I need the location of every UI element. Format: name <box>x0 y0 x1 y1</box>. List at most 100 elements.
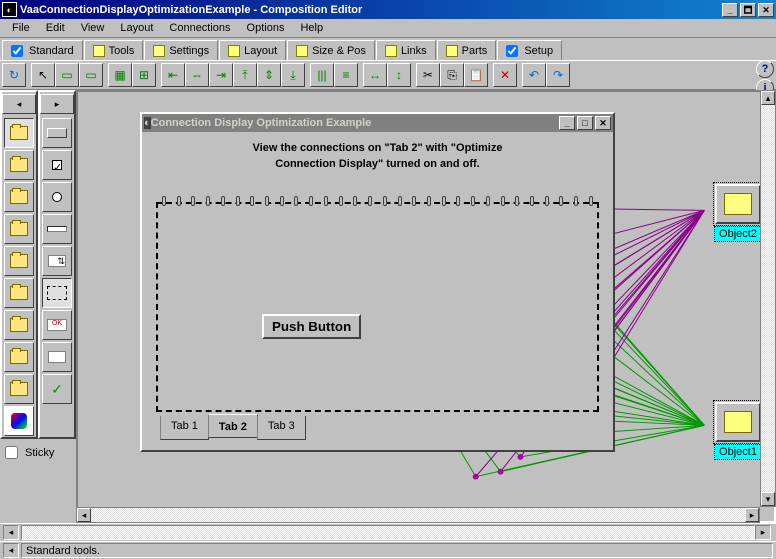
color-icon <box>11 413 27 429</box>
pal-part-checkbox[interactable]: ✓ <box>42 150 72 180</box>
delete-button[interactable]: ✕ <box>493 63 517 87</box>
container-part-icon <box>47 286 67 300</box>
outer-hscroll-right[interactable]: ▸ <box>755 525 771 540</box>
pal-part-radio[interactable] <box>42 182 72 212</box>
tab-settings[interactable]: Settings <box>144 40 218 60</box>
menu-layout[interactable]: Layout <box>112 20 161 36</box>
pal-cat-8[interactable] <box>4 342 34 372</box>
size-pos-icon <box>296 45 308 57</box>
example-minimize[interactable]: _ <box>559 116 575 130</box>
pal-cat-9[interactable] <box>4 374 34 404</box>
menu-edit[interactable]: Edit <box>38 20 73 36</box>
hscroll-left[interactable]: ◂ <box>77 508 91 522</box>
notebook-tab-1[interactable]: Tab 1 <box>160 416 209 440</box>
align-bottom[interactable]: ⤓ <box>281 63 305 87</box>
align-center-h[interactable]: ⇔ <box>185 63 209 87</box>
example-window[interactable]: ◐ Connection Display Optimization Exampl… <box>140 112 615 452</box>
cut-button[interactable]: ✂ <box>416 63 440 87</box>
statusbar-prev[interactable]: ◂ <box>3 543 19 558</box>
distribute-v[interactable]: ≡ <box>334 63 358 87</box>
minimize-button[interactable]: _ <box>722 3 738 17</box>
vscroll-up[interactable]: ▴ <box>761 91 775 105</box>
menu-options[interactable]: Options <box>239 20 293 36</box>
statusbar-text: Standard tools. <box>21 543 773 558</box>
push-button[interactable]: Push Button <box>262 314 361 339</box>
object-2[interactable]: Object2 <box>708 184 768 242</box>
tab-size-pos[interactable]: Size & Pos <box>287 40 375 60</box>
canvas-hscroll[interactable]: ◂ ▸ <box>76 507 760 523</box>
pal-part-list[interactable] <box>42 342 72 372</box>
align-middle[interactable]: ⇕ <box>257 63 281 87</box>
example-titlebar[interactable]: ◐ Connection Display Optimization Exampl… <box>142 114 613 132</box>
undo-button[interactable]: ↶ <box>522 63 546 87</box>
tab-setup-check[interactable] <box>506 45 518 57</box>
align-top[interactable]: ⤒ <box>233 63 257 87</box>
notebook-tab-3[interactable]: Tab 3 <box>257 416 306 440</box>
size-height[interactable]: ↕ <box>387 63 411 87</box>
tab-links[interactable]: Links <box>376 40 436 60</box>
close-button[interactable]: ✕ <box>758 3 774 17</box>
snap-button[interactable]: ⊞ <box>132 63 156 87</box>
pal-cat-10[interactable] <box>4 406 34 436</box>
tab-standard[interactable]: Standard <box>2 40 83 60</box>
maximize-button[interactable]: 🗖 <box>740 3 756 17</box>
main-toolbar: ↻ ↖ ▭ ▭ ▦ ⊞ ⇤ ⇔ ⇥ ⤒ ⇕ ⤓ ||| ≡ ↔ ↕ ✂ ⎘ 📋 … <box>0 60 776 90</box>
tab-layout[interactable]: Layout <box>219 40 286 60</box>
copy-button[interactable]: ⎘ <box>440 63 464 87</box>
puzzle-icon <box>724 193 752 215</box>
refresh-button[interactable]: ↻ <box>2 63 26 87</box>
pal-part-check2[interactable]: ✓ <box>42 374 72 404</box>
sticky-checkbox-wrap[interactable]: Sticky <box>1 443 73 462</box>
tab-setup[interactable]: Setup <box>497 40 562 60</box>
example-close[interactable]: ✕ <box>595 116 611 130</box>
align-right[interactable]: ⇥ <box>209 63 233 87</box>
notebook-tab-2[interactable]: Tab 2 <box>208 414 258 438</box>
vscroll-down[interactable]: ▾ <box>761 492 775 506</box>
pal-part-button[interactable] <box>42 118 72 148</box>
palette-scroll-right[interactable]: ▸ <box>40 94 74 114</box>
canvas[interactable]: ◐ Connection Display Optimization Exampl… <box>76 90 776 523</box>
size-width[interactable]: ↔ <box>363 63 387 87</box>
left-palette-area: ◂ ▸ ✓ ⇅ OK <box>0 90 76 523</box>
tab-parts[interactable]: Parts <box>437 40 497 60</box>
tab-standard-check[interactable] <box>11 45 23 57</box>
palette-scroll-left[interactable]: ◂ <box>2 94 36 114</box>
pal-cat-4[interactable] <box>4 214 34 244</box>
redo-button[interactable]: ↷ <box>546 63 570 87</box>
tool-1[interactable]: ▭ <box>55 63 79 87</box>
menu-help[interactable]: Help <box>292 20 331 36</box>
pal-part-container[interactable] <box>42 278 72 308</box>
pal-part-ok[interactable]: OK <box>42 310 72 340</box>
hscroll-right[interactable]: ▸ <box>745 508 759 522</box>
outer-hscroll-track[interactable] <box>21 525 755 540</box>
menu-file[interactable]: File <box>4 20 38 36</box>
pal-cat-2[interactable] <box>4 150 34 180</box>
sticky-checkbox[interactable] <box>5 446 18 459</box>
menu-connections[interactable]: Connections <box>161 20 238 36</box>
example-sysmenu-icon[interactable]: ◐ <box>144 117 151 129</box>
notebook-page[interactable]: Push Button <box>156 202 599 412</box>
paste-button[interactable]: 📋 <box>464 63 488 87</box>
help-icon[interactable]: ? <box>756 60 774 78</box>
pal-cat-7[interactable] <box>4 310 34 340</box>
folder-icon <box>10 382 28 396</box>
pal-cat-6[interactable] <box>4 278 34 308</box>
tab-tools[interactable]: Tools <box>84 40 144 60</box>
grid-button[interactable]: ▦ <box>108 63 132 87</box>
distribute-h[interactable]: ||| <box>310 63 334 87</box>
pal-cat-5[interactable] <box>4 246 34 276</box>
example-maximize[interactable]: □ <box>577 116 593 130</box>
folder-icon <box>10 190 28 204</box>
canvas-vscroll[interactable]: ▴ ▾ <box>760 90 776 507</box>
tool-2[interactable]: ▭ <box>79 63 103 87</box>
outer-hscroll-left[interactable]: ◂ <box>3 525 19 540</box>
align-left[interactable]: ⇤ <box>161 63 185 87</box>
pal-part-slider[interactable] <box>42 214 72 244</box>
pointer-tool[interactable]: ↖ <box>31 63 55 87</box>
pal-cat-3[interactable] <box>4 182 34 212</box>
menu-view[interactable]: View <box>73 20 113 36</box>
pal-cat-1[interactable] <box>4 118 34 148</box>
object-1[interactable]: Object1 <box>708 402 768 460</box>
spin-part-icon: ⇅ <box>48 255 66 267</box>
pal-part-spin[interactable]: ⇅ <box>42 246 72 276</box>
